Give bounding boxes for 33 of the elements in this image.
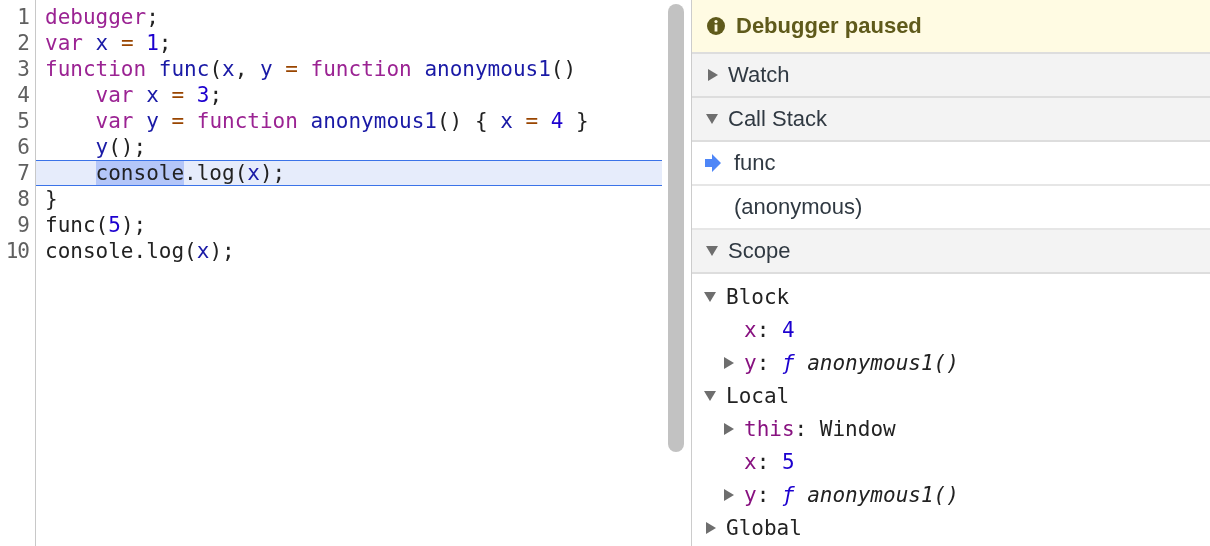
scope-property[interactable]: y: ƒ anonymous1() — [692, 478, 1210, 511]
line-number: 10 — [4, 238, 30, 264]
code-line: var y = function anonymous1() { x = 4 } — [94, 108, 590, 134]
code-line: } — [44, 186, 59, 212]
scope-node[interactable]: Local — [692, 379, 1210, 412]
line-number: 4 — [16, 82, 30, 108]
line-number: 5 — [16, 108, 30, 134]
code-line: var x = 1; — [44, 30, 173, 56]
section-header[interactable]: Scope — [692, 230, 1210, 274]
code-line: y(); — [94, 134, 148, 160]
code-line: func(5); — [44, 212, 148, 238]
line-number: 7 — [16, 160, 30, 186]
section-header[interactable]: Call Stack — [692, 98, 1210, 142]
code-line: console.log(x); — [44, 238, 236, 264]
scope-property[interactable]: y: ƒ anonymous1() — [692, 346, 1210, 379]
code-line: debugger; — [44, 4, 160, 30]
scope-property[interactable]: x: 4 — [692, 313, 1210, 346]
debugger-paused-message: Debugger paused — [736, 13, 922, 39]
code-line: var x = 3; — [94, 82, 224, 108]
code-line: function func(x, y = function anonymous1() — [44, 56, 578, 82]
scope-node[interactable]: Global — [692, 511, 1210, 544]
line-number: 8 — [16, 186, 30, 212]
line-number: 3 — [16, 56, 30, 82]
line-number: 9 — [16, 212, 30, 238]
info-icon — [706, 16, 726, 36]
line-number: 2 — [16, 30, 30, 56]
line-number: 6 — [16, 134, 30, 160]
scope-node[interactable]: Block — [692, 280, 1210, 313]
scope-property[interactable]: this: Window — [692, 412, 1210, 445]
line-number: 1 — [16, 4, 30, 30]
section-header[interactable]: Watch — [692, 54, 1210, 98]
scrollbar-thumb[interactable] — [668, 4, 684, 452]
scope-property[interactable]: x: 5 — [692, 445, 1210, 478]
